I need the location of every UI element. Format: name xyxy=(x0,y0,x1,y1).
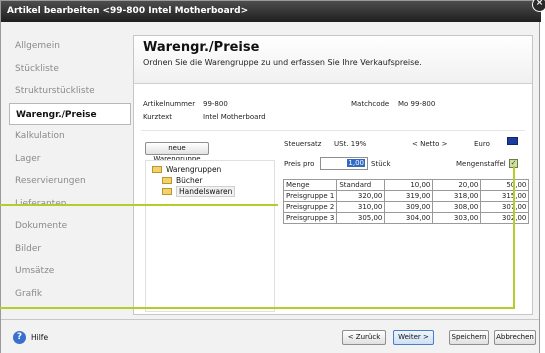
table-row: Preisgruppe 2 310,00 309,00 308,00 307,0… xyxy=(282,201,530,213)
table-cell[interactable]: 308,00 xyxy=(432,201,482,213)
steuersatz-value[interactable]: USt. 19% xyxy=(334,140,366,148)
help-icon[interactable]: ? xyxy=(13,331,26,344)
callout-line-table xyxy=(0,204,278,206)
preis-pro-value: 1,00 xyxy=(347,159,365,167)
tree-item-buecher[interactable]: Bücher xyxy=(162,175,202,186)
table-cell: Preisgruppe 3 xyxy=(282,212,338,224)
eu-flag-icon[interactable] xyxy=(507,137,518,145)
footer-bar: ? Hilfe < Zurück Weiter > Speichern Abbr… xyxy=(1,319,539,353)
sidebar-item-warengruppen-preise[interactable]: Warengr./Preise xyxy=(9,102,131,125)
kurztext-label: Kurztext xyxy=(143,113,173,121)
table-cell[interactable]: 307,00 xyxy=(480,201,530,213)
netto-toggle[interactable]: < Netto > xyxy=(412,140,448,148)
sidebar-item-strukturstueckliste[interactable]: Strukturstückliste xyxy=(9,80,131,103)
steuersatz-label: Steuersatz xyxy=(284,140,322,148)
table-cell: Preisgruppe 2 xyxy=(282,201,338,213)
save-button[interactable]: Speichern xyxy=(449,330,489,345)
sidebar-nav: Allgemein Stückliste Strukturstückliste … xyxy=(9,35,131,315)
folder-icon xyxy=(162,187,172,195)
preis-pro-input[interactable]: 1,00 xyxy=(320,157,368,170)
table-header-cell: Menge xyxy=(282,179,338,191)
close-icon[interactable]: × xyxy=(532,0,545,12)
back-button[interactable]: < Zurück xyxy=(342,330,386,345)
table-cell[interactable]: 304,00 xyxy=(384,212,434,224)
sidebar-item-bilder[interactable]: Bilder xyxy=(9,238,131,261)
callout-line-staffel xyxy=(0,307,515,309)
help-label[interactable]: Hilfe xyxy=(31,333,48,342)
product-group-tree[interactable]: Warengruppen Bücher Handelswaren xyxy=(145,160,275,312)
table-cell: Preisgruppe 1 xyxy=(282,190,338,202)
sidebar-item-reservierungen[interactable]: Reservierungen xyxy=(9,170,131,193)
unit-label: Stück xyxy=(371,160,391,168)
table-row: Preisgruppe 3 305,00 304,00 303,00 302,0… xyxy=(282,212,530,224)
folder-icon xyxy=(162,176,172,184)
table-cell[interactable]: 305,00 xyxy=(336,212,386,224)
table-header-cell[interactable]: 20,00 xyxy=(432,179,482,191)
article-edit-window: Artikel bearbeiten <99-800 Intel Motherb… xyxy=(0,0,541,353)
tree-item-warengruppen[interactable]: Warengruppen xyxy=(152,164,221,175)
page-header: Warengr./Preise Ordnen Sie die Warengrup… xyxy=(134,36,532,84)
table-cell[interactable]: 315,00 xyxy=(480,190,530,202)
matchcode-label: Matchcode xyxy=(351,100,390,108)
article-info: Artikelnummer 99-800 Matchcode Mo 99-800… xyxy=(143,96,523,126)
table-header-cell[interactable]: Standard xyxy=(336,179,386,191)
cancel-button[interactable]: Abbrechen xyxy=(494,330,536,345)
tree-item-label: Bücher xyxy=(176,176,203,185)
currency-label: Euro xyxy=(474,140,490,148)
callout-line-staffel-vertical xyxy=(513,166,515,309)
sidebar-item-lager[interactable]: Lager xyxy=(9,148,131,171)
table-row: Preisgruppe 1 320,00 319,00 318,00 315,0… xyxy=(282,190,530,202)
sidebar-item-umsaetze[interactable]: Umsätze xyxy=(9,260,131,283)
table-cell[interactable]: 310,00 xyxy=(336,201,386,213)
artikelnummer-value: 99-800 xyxy=(203,100,228,108)
table-cell[interactable]: 319,00 xyxy=(384,190,434,202)
preis-pro-label: Preis pro xyxy=(284,160,315,168)
sidebar-item-allgemein[interactable]: Allgemein xyxy=(9,35,131,58)
table-header-cell[interactable]: 10,00 xyxy=(384,179,434,191)
window-title: Artikel bearbeiten <99-800 Intel Motherb… xyxy=(7,6,249,16)
matchcode-value: Mo 99-800 xyxy=(398,100,436,108)
tree-item-handelswaren[interactable]: Handelswaren xyxy=(162,186,236,197)
table-cell[interactable]: 320,00 xyxy=(336,190,386,202)
table-cell[interactable]: 302,00 xyxy=(480,212,530,224)
tree-item-label: Handelswaren xyxy=(176,186,236,197)
table-cell[interactable]: 318,00 xyxy=(432,190,482,202)
artikelnummer-label: Artikelnummer xyxy=(143,100,196,108)
table-header-cell[interactable]: 50,00 xyxy=(480,179,530,191)
page-subtitle: Ordnen Sie die Warengruppe zu und erfass… xyxy=(143,58,422,67)
main-panel: Warengr./Preise Ordnen Sie die Warengrup… xyxy=(133,35,533,315)
kurztext-value: Intel Motherboard xyxy=(203,113,266,121)
sidebar-item-grafik[interactable]: Grafik xyxy=(9,283,131,306)
new-product-group-button[interactable]: neue Warengruppe xyxy=(145,142,209,163)
sidebar-item-stueckliste[interactable]: Stückliste xyxy=(9,58,131,81)
divider xyxy=(141,130,525,131)
mengenstaffel-label: Mengenstaffel xyxy=(456,160,506,168)
table-cell[interactable]: 309,00 xyxy=(384,201,434,213)
sidebar-item-dokumente[interactable]: Dokumente xyxy=(9,215,131,238)
tree-item-label: Warengruppen xyxy=(166,165,222,174)
table-cell[interactable]: 303,00 xyxy=(432,212,482,224)
sidebar-item-kalkulation[interactable]: Kalkulation xyxy=(9,125,131,148)
table-header-row: Menge Standard 10,00 20,00 50,00 xyxy=(282,179,530,191)
window-titlebar: Artikel bearbeiten <99-800 Intel Motherb… xyxy=(1,1,541,22)
next-button[interactable]: Weiter > xyxy=(393,330,434,345)
price-table: Menge Standard 10,00 20,00 50,00 Preisgr… xyxy=(282,179,530,224)
page-title: Warengr./Preise xyxy=(143,40,260,55)
folder-icon xyxy=(152,165,162,173)
